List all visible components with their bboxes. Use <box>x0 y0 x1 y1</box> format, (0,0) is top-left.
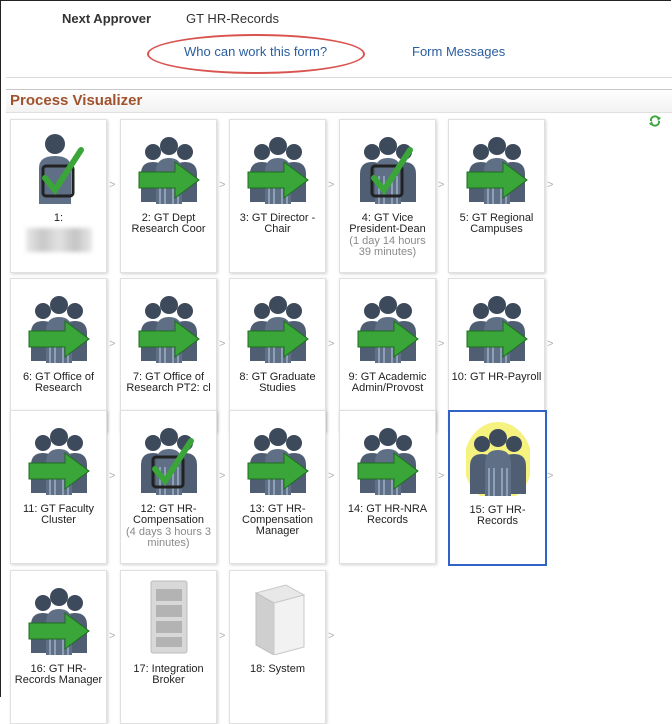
step-label: 7: GT Office of Research PT2: cl <box>126 371 211 394</box>
step-connector-arrow: > <box>438 179 445 191</box>
process-step[interactable]: 7: GT Office of Research PT2: cl <box>120 278 217 432</box>
step-connector-arrow: > <box>219 470 226 482</box>
step-label: 9: GT Academic Admin/Provost <box>348 371 427 394</box>
process-step[interactable]: 12: GT HR-Compensation (4 days 3 hours 3 … <box>120 410 217 564</box>
group-arrow-icon <box>247 428 309 495</box>
group-arrow-icon <box>28 428 90 495</box>
process-step[interactable]: 4: GT Vice President-Dean (1 day 14 hours… <box>339 119 436 273</box>
group-approved-icon <box>359 137 416 204</box>
step-connector-arrow: > <box>219 179 226 191</box>
step-label: 6: GT Office of Research <box>22 371 95 394</box>
group-arrow-icon <box>28 588 90 655</box>
group-arrow-icon <box>247 296 309 363</box>
step-label: 16: GT HR-Records Manager <box>14 663 103 686</box>
step-label: 15: GT HR-Records <box>469 504 526 527</box>
group-arrow-icon <box>247 137 309 204</box>
step-label: 11: GT Faculty Cluster <box>22 503 95 526</box>
refresh-icon[interactable] <box>648 114 662 128</box>
form-messages-link[interactable]: Form Messages <box>412 44 505 59</box>
group-arrow-icon <box>138 296 200 363</box>
next-approver-value: GT HR-Records <box>186 11 279 26</box>
step-connector-arrow: > <box>109 470 116 482</box>
group-arrow-icon <box>357 428 419 495</box>
group-arrow-icon <box>466 137 528 204</box>
step-label: 18: System <box>249 663 306 675</box>
step-label: 17: Integration Broker <box>133 663 204 686</box>
step-label: 10: GT HR-Payroll <box>451 371 542 383</box>
step-connector-arrow: > <box>547 470 554 482</box>
computer-tower-icon <box>254 584 305 655</box>
process-step[interactable]: 14: GT HR-NRA Records <box>339 410 436 564</box>
step-connector-arrow: > <box>328 338 335 350</box>
group-arrow-icon <box>28 296 90 363</box>
step-connector-arrow: > <box>109 179 116 191</box>
step-connector-arrow: > <box>219 338 226 350</box>
step-duration: (4 days 3 hours 3 minutes) <box>126 526 211 549</box>
step-label: 12: GT HR-Compensation <box>133 503 204 526</box>
step-label: 13: GT HR-Compensation Manager <box>242 503 313 537</box>
approved-person-icon <box>38 134 84 204</box>
process-step[interactable]: 10: GT HR-Payroll <box>448 278 545 432</box>
process-step[interactable]: 17: Integration Broker <box>120 570 217 724</box>
process-step[interactable]: 6: GT Office of Research <box>10 278 107 432</box>
divider <box>6 77 672 78</box>
step-label: 3: GT Director - Chair <box>239 212 316 235</box>
group-arrow-icon <box>138 137 200 204</box>
group-approved-icon <box>140 428 197 495</box>
step-connector-arrow: > <box>109 338 116 350</box>
redacted-name <box>25 228 92 252</box>
process-step[interactable]: 18: System <box>229 570 326 724</box>
step-connector-arrow: > <box>547 179 554 191</box>
group-arrow-icon <box>357 296 419 363</box>
step-label: 5: GT Regional Campuses <box>459 212 534 235</box>
step-label: 4: GT Vice President-Dean <box>349 212 426 235</box>
process-step[interactable]: 5: GT Regional Campuses <box>448 119 545 273</box>
step-label: 1: <box>53 212 64 224</box>
step-connector-arrow: > <box>438 338 445 350</box>
who-can-work-link[interactable]: Who can work this form? <box>184 44 327 59</box>
group-arrow-icon <box>466 296 528 363</box>
process-step[interactable]: 1: <box>10 119 107 273</box>
process-step[interactable]: 11: GT Faculty Cluster <box>10 410 107 564</box>
process-step[interactable]: 8: GT Graduate Studies <box>229 278 326 432</box>
server-rack-icon <box>150 580 187 654</box>
step-connector-arrow: > <box>328 179 335 191</box>
process-step[interactable]: 3: GT Director - Chair <box>229 119 326 273</box>
step-duration: (1 day 14 hours 39 minutes) <box>349 235 426 258</box>
process-visualizer-header: Process Visualizer <box>6 89 672 113</box>
next-approver-label: Next Approver <box>62 11 152 26</box>
process-step[interactable]: 9: GT Academic Admin/Provost <box>339 278 436 432</box>
step-label: 8: GT Graduate Studies <box>239 371 316 394</box>
step-connector-arrow: > <box>547 338 554 350</box>
step-connector-arrow: > <box>109 630 116 642</box>
process-step[interactable]: 16: GT HR-Records Manager <box>10 570 107 724</box>
step-connector-arrow: > <box>328 470 335 482</box>
step-connector-arrow: > <box>438 470 445 482</box>
step-connector-arrow: > <box>328 630 335 642</box>
group-current-icon <box>465 422 530 496</box>
step-label: 2: GT Dept Research Coor <box>131 212 206 235</box>
process-step[interactable]: 13: GT HR-Compensation Manager <box>229 410 326 564</box>
step-connector-arrow: > <box>219 630 226 642</box>
section-title: Process Visualizer <box>10 92 143 109</box>
process-step[interactable]: 15: GT HR-Records <box>448 410 547 566</box>
process-step[interactable]: 2: GT Dept Research Coor <box>120 119 217 273</box>
step-label: 14: GT HR-NRA Records <box>347 503 428 526</box>
